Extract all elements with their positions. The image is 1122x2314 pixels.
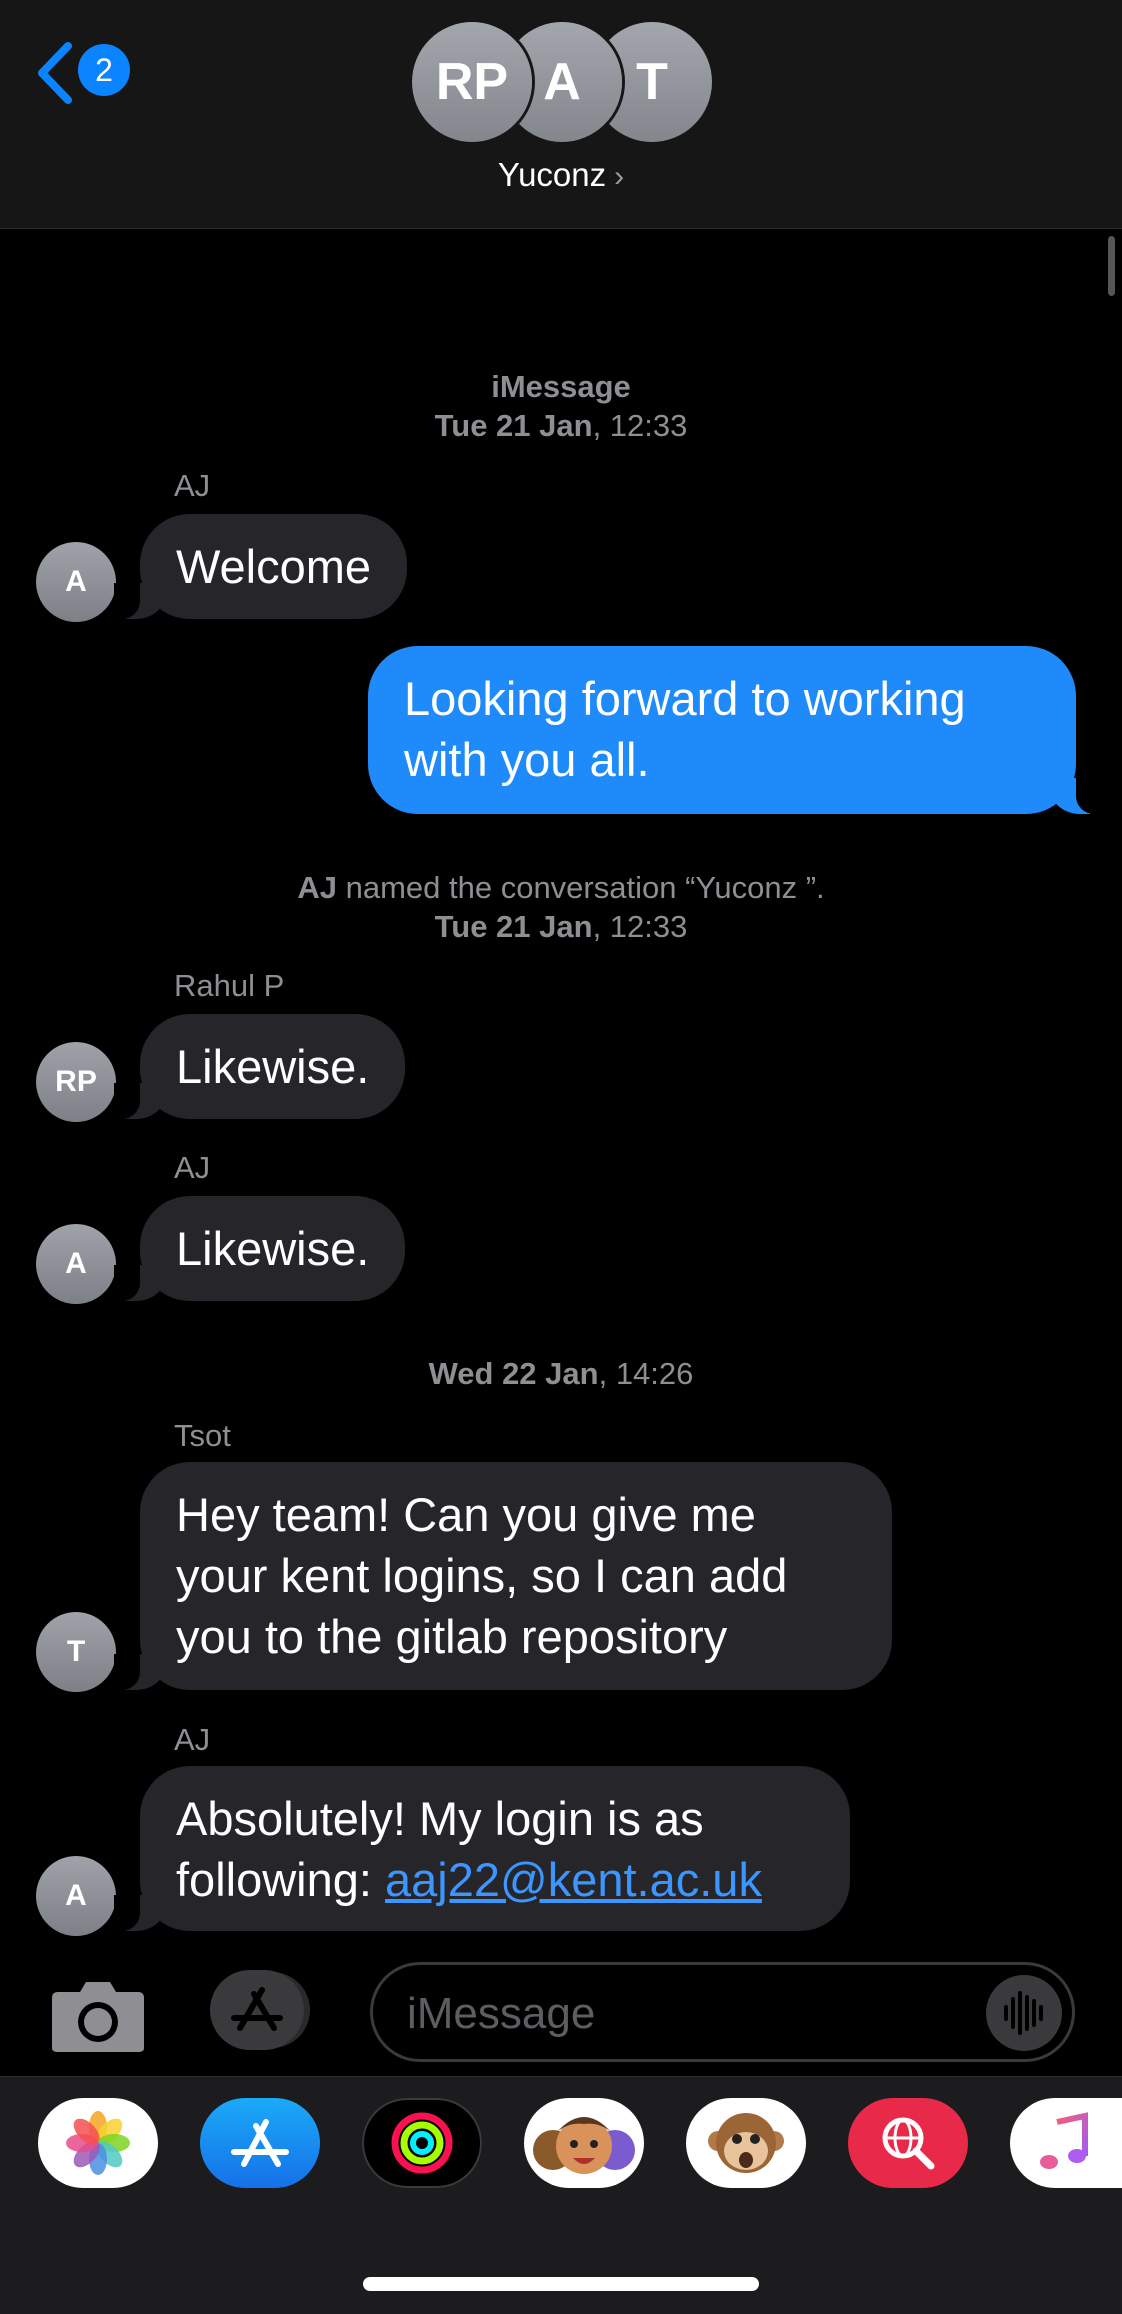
scrollbar[interactable]: [1108, 236, 1115, 296]
timestamp-time: , 12:33: [592, 909, 688, 944]
message-text-line: Looking forward to working: [404, 672, 966, 725]
message-bubble-incoming[interactable]: Welcome: [113, 514, 408, 619]
activity-icon: [391, 2112, 453, 2174]
activity-app[interactable]: [362, 2098, 482, 2188]
animoji-monkey-icon: [708, 2113, 784, 2173]
message-text-line: Hey team! Can you give me: [176, 1488, 756, 1541]
message-bubble-incoming[interactable]: Likewise.: [113, 1014, 406, 1119]
group-avatar-rp: RP: [412, 22, 532, 142]
camera-button[interactable]: [50, 1978, 146, 2054]
home-indicator[interactable]: [363, 2277, 759, 2291]
message-text: following:: [176, 1853, 385, 1906]
audio-message-button[interactable]: [986, 1975, 1062, 2051]
compose-bar: [0, 1940, 1122, 2080]
group-name-label: Yuconz: [497, 156, 607, 193]
message-bubble-incoming[interactable]: Absolutely! My login is as following: aa…: [114, 1766, 850, 1931]
conversation-title[interactable]: Yuconz ›: [0, 156, 1122, 194]
sender-name: AJ: [174, 468, 211, 503]
group-avatars[interactable]: T A RP: [412, 22, 712, 144]
message-input[interactable]: [405, 1985, 969, 2043]
message-text-line: you to the gitlab repository: [176, 1610, 728, 1663]
message-bubble-incoming[interactable]: Hey team! Can you give me your kent logi…: [114, 1462, 892, 1690]
message-text: Likewise.: [176, 1040, 370, 1093]
unread-count-badge: 2: [78, 44, 130, 96]
timestamp-day: Tue 21 Jan: [434, 909, 593, 944]
web-search-app[interactable]: [848, 2098, 968, 2188]
conversation-header: 2 T A RP Yuconz ›: [0, 0, 1122, 229]
message-bubble-incoming[interactable]: Likewise.: [113, 1196, 406, 1301]
avatar[interactable]: A: [36, 542, 116, 622]
avatar[interactable]: T: [36, 1612, 116, 1692]
message-text-line: Absolutely! My login is as: [176, 1792, 704, 1845]
music-icon: [1040, 2112, 1088, 2169]
thread-header-meta: iMessage Tue 21 Jan, 12:33: [0, 367, 1122, 445]
camera-icon: [52, 1982, 144, 2052]
app-store-icon: [231, 2119, 289, 2167]
photos-icon: [66, 2111, 130, 2175]
back-button[interactable]: 2: [34, 40, 144, 104]
message-bubble-outgoing[interactable]: Looking forward to working with you all.: [368, 646, 1102, 814]
message-text: Likewise.: [176, 1222, 370, 1275]
rename-text: named the conversation “Yuconz ”.: [336, 870, 825, 905]
avatar[interactable]: RP: [36, 1042, 116, 1122]
memoji-app[interactable]: [524, 2098, 644, 2188]
message-text: Welcome: [176, 540, 372, 593]
message-field[interactable]: [370, 1962, 1075, 2062]
chevron-right-icon: ›: [614, 160, 625, 193]
avatar[interactable]: A: [36, 1856, 116, 1936]
timestamp: Wed 22 Jan, 14:26: [0, 1354, 1122, 1393]
message-text-line: with you all.: [404, 733, 650, 786]
music-app[interactable]: [1010, 2098, 1122, 2188]
web-search-icon: [882, 2117, 935, 2170]
avatar[interactable]: A: [36, 1224, 116, 1304]
apps-button[interactable]: [210, 1970, 304, 2050]
sender-name: AJ: [174, 1150, 211, 1185]
memoji-icon: [533, 2117, 635, 2174]
app-store-app[interactable]: [200, 2098, 320, 2188]
timestamp-day: Tue 21 Jan: [434, 408, 593, 443]
sender-name: Tsot: [174, 1418, 231, 1453]
email-link[interactable]: aaj22@kent.ac.uk: [385, 1853, 762, 1906]
rename-actor: AJ: [297, 870, 337, 905]
service-label: iMessage: [491, 369, 631, 404]
waveform-icon: [1004, 1991, 1043, 2035]
sender-name: Rahul P: [174, 968, 285, 1003]
message-text-line: your kent logins, so I can add: [176, 1549, 788, 1602]
conversation-rename-event: AJ named the conversation “Yuconz ”. Tue…: [0, 868, 1122, 946]
timestamp-time: , 12:33: [592, 408, 688, 443]
photos-app[interactable]: [38, 2098, 158, 2188]
timestamp-time: , 14:26: [598, 1356, 694, 1391]
app-store-icon: [231, 1987, 283, 2031]
chevron-left-icon: [38, 42, 72, 104]
animoji-app[interactable]: [686, 2098, 806, 2188]
sender-name: AJ: [174, 1722, 211, 1757]
timestamp-day: Wed 22 Jan: [428, 1356, 599, 1391]
